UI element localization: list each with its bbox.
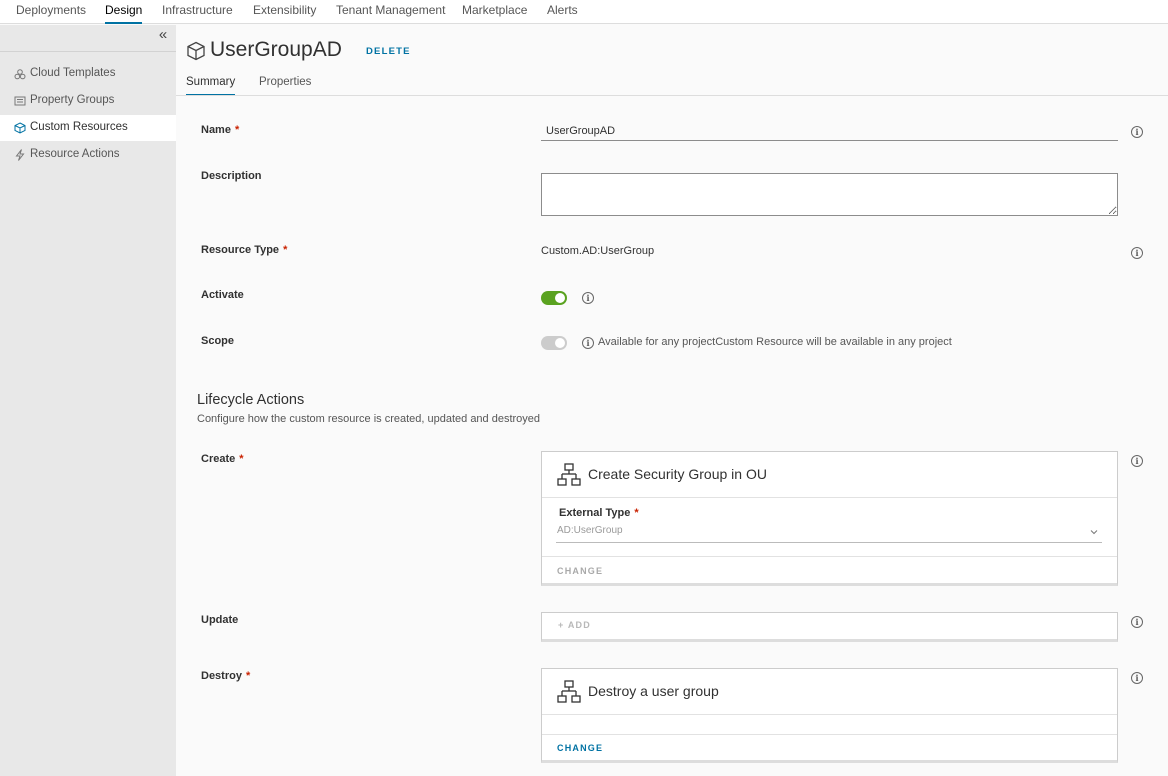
add-button[interactable]: + ADD [558,620,591,630]
tab-marketplace[interactable]: Marketplace [462,3,527,24]
scope-help-text: Available for any projectCustom Resource… [598,336,952,348]
cloud-templates-icon [14,69,26,80]
name-label: Name * [201,124,240,136]
plus-icon: + [558,620,568,630]
scope-toggle [541,336,567,350]
scope-label: Scope [201,335,235,347]
tab-extensibility[interactable]: Extensibility [253,3,316,24]
required-marker: * [239,453,244,465]
sidebar-item-label: Custom Resources [30,121,128,133]
info-icon: i [582,337,594,349]
workflow-title[interactable]: Create Security Group in OU [588,466,767,482]
cube-icon [14,122,26,134]
page-title: UserGroupAD [210,38,342,61]
cube-icon [187,41,205,61]
tab-properties[interactable]: Properties [259,76,311,96]
lightning-icon [15,149,25,161]
sidebar: « Cloud Templates Property Groups Custom… [0,25,176,776]
info-icon[interactable]: i [582,292,594,304]
workflow-icon [557,680,581,703]
description-label: Description [201,170,262,182]
tab-deployments[interactable]: Deployments [16,3,86,24]
card-divider [542,556,1117,557]
sidebar-item-custom-resources[interactable]: Custom Resources [0,115,176,141]
lifecycle-title: Lifecycle Actions [197,392,305,408]
sidebar-item-resource-actions[interactable]: Resource Actions [0,142,176,168]
sidebar-item-label: Property Groups [30,94,115,106]
info-icon[interactable]: i [1131,672,1143,684]
card-divider [542,734,1117,735]
change-button[interactable]: CHANGE [557,566,603,576]
tab-design[interactable]: Design [105,3,143,24]
info-icon[interactable]: i [1131,616,1143,628]
info-icon[interactable]: i [1131,126,1143,138]
lifecycle-subtitle: Configure how the custom resource is cre… [197,413,541,425]
sidebar-divider [0,51,176,52]
sidebar-item-cloud-templates[interactable]: Cloud Templates [0,61,176,87]
top-nav: Deployments Design Infrastructure Extens… [0,0,1168,24]
info-icon[interactable]: i [1131,247,1143,259]
workflow-title[interactable]: Destroy a user group [588,683,719,699]
update-add-card[interactable]: + ADD [541,612,1118,642]
info-icon[interactable]: i [1131,455,1143,467]
external-type-value: AD:UserGroup [557,525,623,536]
tabs-divider [176,95,1168,96]
tab-summary[interactable]: Summary [186,76,236,96]
destroy-label: Destroy * [201,670,251,682]
destroy-workflow-card: Destroy a user group CHANGE [541,668,1118,763]
external-type-label: External Type * [559,507,639,519]
name-input[interactable] [541,121,1118,141]
resource-type-label: Resource Type * [201,244,288,256]
required-marker: * [634,507,639,519]
sidebar-item-label: Resource Actions [30,148,120,160]
delete-button[interactable]: DELETE [366,46,411,57]
sidebar-item-label: Cloud Templates [30,67,116,79]
activate-toggle[interactable] [541,291,567,305]
create-workflow-card: Create Security Group in OU External Typ… [541,451,1118,586]
toggle-knob [555,293,565,303]
description-textarea[interactable] [541,173,1118,216]
workflow-icon [557,463,581,486]
chevron-down-icon [1090,530,1098,535]
toggle-knob [555,338,565,348]
external-type-select[interactable]: AD:UserGroup [556,525,1102,543]
create-label: Create * [201,453,244,465]
update-label: Update [201,614,239,626]
tab-alerts[interactable]: Alerts [547,3,578,24]
sidebar-item-property-groups[interactable]: Property Groups [0,88,176,114]
tab-infrastructure[interactable]: Infrastructure [162,3,233,24]
double-chevron-left-icon[interactable]: « [156,27,170,43]
required-marker: * [234,124,240,136]
required-marker: * [245,670,251,682]
resource-type-value: Custom.AD:UserGroup [541,245,655,257]
card-header: Create Security Group in OU [542,452,1117,498]
activate-label: Activate [201,289,244,301]
card-header: Destroy a user group [542,669,1117,715]
property-groups-icon [14,96,26,106]
tab-tenant-management[interactable]: Tenant Management [336,3,445,24]
change-button[interactable]: CHANGE [557,743,603,753]
required-marker: * [283,244,288,256]
